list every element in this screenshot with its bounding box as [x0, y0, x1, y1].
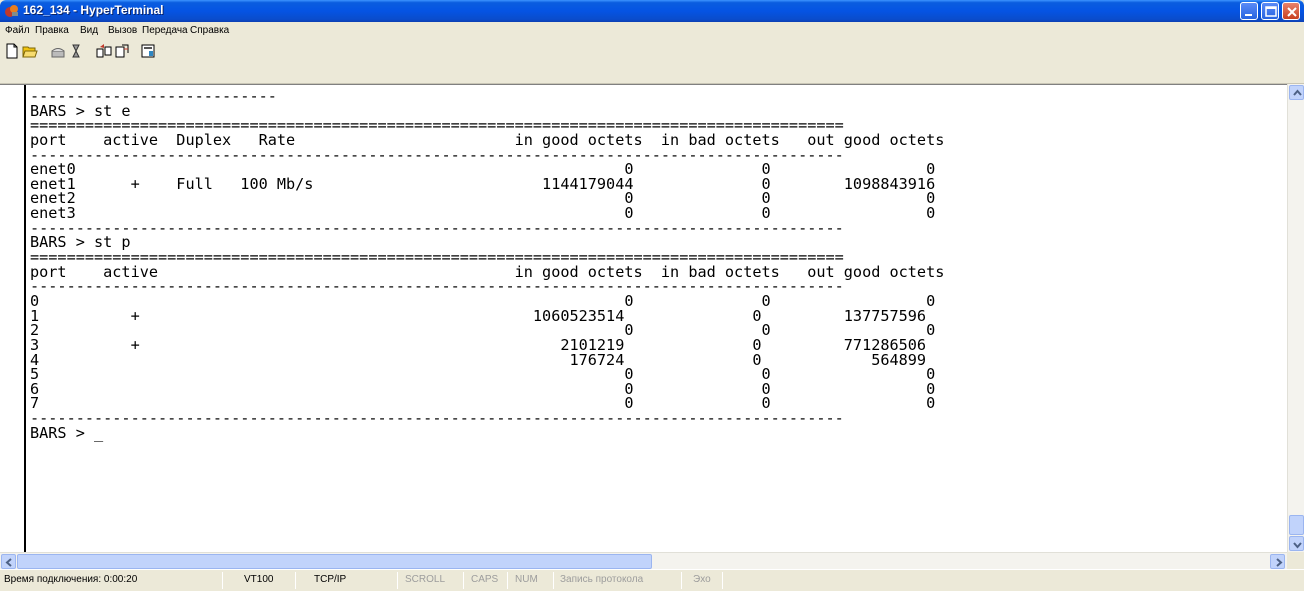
- receive-icon[interactable]: [114, 43, 130, 59]
- status-separator: [295, 572, 296, 589]
- terminal-line: ----------------------------------------…: [30, 218, 844, 237]
- status-separator: [222, 572, 223, 589]
- menu-view[interactable]: Вид: [80, 25, 98, 36]
- status-scroll: SCROLL: [405, 574, 446, 585]
- toolbar: [0, 40, 1304, 84]
- send-icon[interactable]: [96, 43, 112, 59]
- scroll-down-button[interactable]: [1289, 536, 1304, 551]
- vertical-scrollbar[interactable]: [1287, 84, 1304, 552]
- status-separator: [397, 572, 398, 589]
- menu-edit[interactable]: Правка: [35, 25, 69, 36]
- disconnect-icon[interactable]: [68, 43, 84, 59]
- scroll-up-button[interactable]: [1289, 85, 1304, 100]
- scroll-right-button[interactable]: [1270, 554, 1285, 569]
- status-caps: CAPS: [471, 574, 499, 585]
- menu-bar: Файл Правка Вид Вызов Передача Справка: [0, 22, 1304, 40]
- terminal-line: BARS > _: [30, 423, 104, 442]
- menu-file[interactable]: Файл: [5, 25, 30, 36]
- close-button[interactable]: [1282, 2, 1300, 20]
- maximize-button[interactable]: [1261, 2, 1279, 20]
- scrollbar-corner: [1287, 552, 1304, 569]
- minimize-button[interactable]: [1240, 2, 1258, 20]
- status-echo: Эхо: [693, 574, 711, 585]
- status-num: NUM: [515, 574, 538, 585]
- terminal-output[interactable]: --------------------------- BARS > st e ==…: [30, 87, 944, 442]
- horizontal-scrollbar[interactable]: [0, 552, 1287, 569]
- menu-transfer[interactable]: Передача: [142, 25, 188, 36]
- menu-call[interactable]: Вызов: [108, 25, 137, 36]
- status-separator: [553, 572, 554, 589]
- horizontal-scroll-thumb[interactable]: [17, 554, 652, 569]
- menu-help[interactable]: Справка: [190, 25, 229, 36]
- status-connection-time: Время подключения: 0:00:20: [4, 574, 138, 585]
- hyperterminal-window: 162_134 - HyperTerminal Файл Правка Вид …: [0, 0, 1304, 591]
- call-icon[interactable]: [50, 43, 66, 59]
- hyperterminal-app-icon[interactable]: [4, 3, 20, 19]
- terminal-line: ---------------------------: [30, 87, 277, 105]
- terminal-line: ----------------------------------------…: [30, 409, 844, 428]
- terminal-left-divider: [24, 85, 26, 553]
- status-separator: [507, 572, 508, 589]
- status-protocol: TCP/IP: [314, 574, 347, 585]
- status-bar: Время подключения: 0:00:20 VT100 TCP/IP …: [0, 569, 1304, 591]
- status-separator: [722, 572, 723, 589]
- status-separator: [681, 572, 682, 589]
- status-emulation: VT100: [244, 574, 274, 585]
- window-title: 162_134 - HyperTerminal: [23, 3, 164, 17]
- status-separator: [463, 572, 464, 589]
- new-icon[interactable]: [4, 43, 20, 59]
- open-icon[interactable]: [22, 43, 38, 59]
- terminal-left-margin: [0, 85, 26, 553]
- terminal-area[interactable]: --------------------------- BARS > st e ==…: [0, 84, 1304, 553]
- properties-icon[interactable]: [140, 43, 156, 59]
- title-bar[interactable]: 162_134 - HyperTerminal: [0, 0, 1304, 22]
- status-capture: Запись протокола: [560, 574, 644, 585]
- vertical-scroll-thumb[interactable]: [1289, 515, 1304, 535]
- scroll-left-button[interactable]: [1, 554, 16, 569]
